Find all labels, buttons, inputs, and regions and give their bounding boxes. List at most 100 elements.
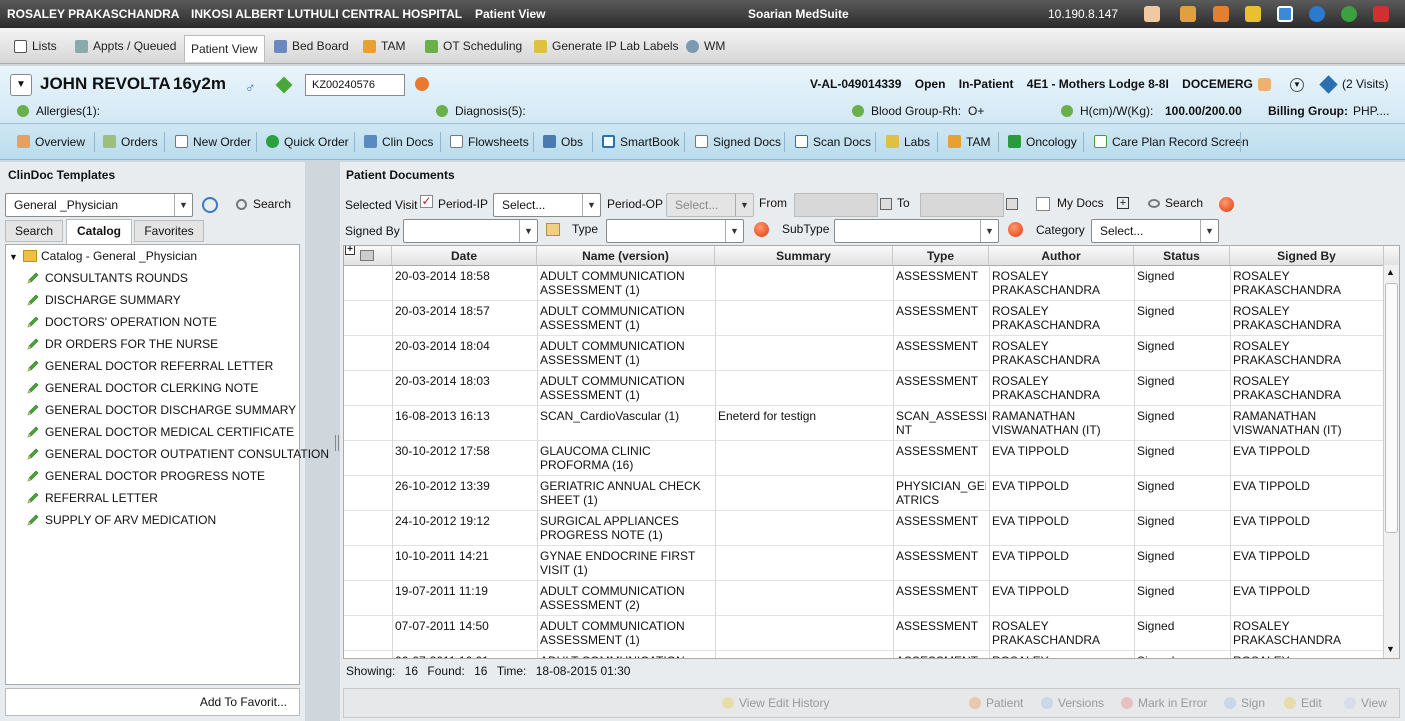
tab-favorites[interactable]: Favorites xyxy=(134,220,204,242)
template-item[interactable]: DISCHARGE SUMMARY xyxy=(27,293,181,307)
view-button[interactable]: View xyxy=(1344,696,1387,710)
document-search-button[interactable]: Search xyxy=(1148,196,1203,210)
template-item[interactable]: GENERAL DOCTOR MEDICAL CERTIFICATE xyxy=(27,425,294,439)
nav-care-plan[interactable]: Care Plan Record Screen xyxy=(1094,135,1249,149)
mark-in-error-button[interactable]: Mark in Error xyxy=(1121,696,1207,710)
type-select[interactable]: ▼ xyxy=(606,219,744,243)
tab-appts[interactable]: Appts / Queued xyxy=(69,33,182,59)
template-item[interactable]: DR ORDERS FOR THE NURSE xyxy=(27,337,218,351)
diagnosis-label[interactable]: Diagnosis(5): xyxy=(455,104,526,118)
window-icon[interactable] xyxy=(1277,6,1293,22)
user-icon[interactable] xyxy=(1144,6,1160,22)
visits-link[interactable]: (2 Visits) xyxy=(1342,77,1388,91)
column-header-signed-by[interactable]: Signed By xyxy=(1230,246,1384,266)
template-item[interactable]: GENERAL DOCTOR PROGRESS NOTE xyxy=(27,469,265,483)
mrn-field[interactable]: KZ00240576 xyxy=(305,74,405,96)
subtype-select[interactable]: ▼ xyxy=(834,219,999,243)
catalog-root[interactable]: Catalog - General _Physician xyxy=(41,249,197,263)
nav-oncology[interactable]: Oncology xyxy=(1008,135,1077,149)
expand-all-icon[interactable]: + xyxy=(345,246,355,255)
template-item[interactable]: GENERAL DOCTOR DISCHARGE SUMMARY xyxy=(27,403,296,417)
collapse-icon[interactable]: ▼ xyxy=(9,252,18,262)
view-edit-history-button[interactable]: View Edit History xyxy=(722,696,829,710)
table-row[interactable]: 26-10-2012 13:39 GERIATRIC ANNUAL CHECK S… xyxy=(344,476,1384,511)
from-date-field[interactable] xyxy=(794,193,878,217)
print-icon[interactable] xyxy=(360,250,374,261)
tab-lists[interactable]: Lists xyxy=(8,33,63,59)
column-header-date[interactable]: Date xyxy=(392,246,537,266)
period-ip-checkbox[interactable]: ✓ xyxy=(420,195,433,208)
tab-wm[interactable]: WM xyxy=(680,33,731,59)
table-row[interactable]: 10-10-2011 14:21 GYNAE ENDOCRINE FIRST VI… xyxy=(344,546,1384,581)
info-icon[interactable] xyxy=(1309,6,1325,22)
edit-icon[interactable] xyxy=(275,76,293,94)
table-row[interactable]: 30-10-2012 17:58 GLAUCOMA CLINIC PROFORMA… xyxy=(344,441,1384,476)
splitter-handle[interactable] xyxy=(335,435,339,451)
period-ip-select[interactable]: Select... ▼ xyxy=(493,193,601,217)
nav-obs[interactable]: Obs xyxy=(543,135,583,149)
table-row[interactable]: 24-10-2012 19:12 SURGICAL APPLIANCES PROG… xyxy=(344,511,1384,546)
template-item[interactable]: SUPPLY OF ARV MEDICATION xyxy=(27,513,216,527)
person-icon[interactable] xyxy=(1258,78,1271,91)
nav-smartbook[interactable]: SmartBook xyxy=(602,135,679,149)
table-row[interactable]: 20-03-2014 18:04 ADULT COMMUNICATION ASSE… xyxy=(344,336,1384,371)
template-item[interactable]: GENERAL DOCTOR OUTPATIENT CONSULTATION xyxy=(27,447,329,461)
calendar-icon[interactable] xyxy=(1006,198,1018,210)
add-to-favorites-button[interactable]: Add To Favorit... xyxy=(5,688,300,716)
scroll-down-icon[interactable]: ▼ xyxy=(1386,644,1395,654)
template-group-select[interactable]: General _Physician ▼ xyxy=(5,193,193,217)
clear-filter-icon[interactable] xyxy=(1219,197,1234,212)
tab-bed-board[interactable]: Bed Board xyxy=(268,33,355,59)
column-header-summary[interactable]: Summary xyxy=(715,246,893,266)
table-scrollbar[interactable]: ▲ ▼ xyxy=(1383,265,1399,658)
patient-button[interactable]: Patient xyxy=(969,696,1023,710)
nav-overview[interactable]: Overview xyxy=(17,135,85,149)
table-row[interactable]: 20-03-2014 18:57 ADULT COMMUNICATION ASSE… xyxy=(344,301,1384,336)
person-icon[interactable] xyxy=(1180,6,1196,22)
nav-flowsheets[interactable]: Flowsheets xyxy=(450,135,529,149)
scroll-thumb[interactable] xyxy=(1385,283,1398,533)
column-header-type[interactable]: Type xyxy=(893,246,989,266)
template-item[interactable]: DOCTORS' OPERATION NOTE xyxy=(27,315,217,329)
column-header-name[interactable]: Name (version) xyxy=(537,246,715,266)
tab-generate-labels[interactable]: Generate IP Lab Labels xyxy=(528,33,685,59)
template-item[interactable]: CONSULTANTS ROUNDS xyxy=(27,271,188,285)
table-row[interactable]: 19-07-2011 11:19 ADULT COMMUNICATION ASSE… xyxy=(344,581,1384,616)
lookup-icon[interactable] xyxy=(546,223,560,236)
table-row[interactable]: 06-07-2011 16:01 ADULT COMMUNICATION ASSES… xyxy=(344,651,1384,658)
allergies-label[interactable]: Allergies(1): xyxy=(36,104,100,118)
calendar-icon[interactable] xyxy=(880,198,892,210)
nav-scan-docs[interactable]: Scan Docs xyxy=(795,135,871,149)
column-header-author[interactable]: Author xyxy=(989,246,1134,266)
nav-labs[interactable]: Labs xyxy=(886,135,930,149)
table-row[interactable]: 16-08-2013 16:13 SCAN_CardioVascular (1) E… xyxy=(344,406,1384,441)
refresh-icon[interactable] xyxy=(202,197,218,213)
tab-ot-scheduling[interactable]: OT Scheduling xyxy=(419,33,528,59)
nav-clin-docs[interactable]: Clin Docs xyxy=(364,135,433,149)
signed-by-select[interactable]: ▼ xyxy=(403,219,538,243)
table-row[interactable]: 20-03-2014 18:03 ADULT COMMUNICATION ASSE… xyxy=(344,371,1384,406)
close-icon[interactable] xyxy=(1373,6,1389,22)
tab-tam[interactable]: TAM xyxy=(357,33,411,59)
nav-new-order[interactable]: New Order xyxy=(175,135,251,149)
tab-catalog[interactable]: Catalog xyxy=(66,219,132,244)
template-item[interactable]: GENERAL DOCTOR REFERRAL LETTER xyxy=(27,359,273,373)
key-icon[interactable] xyxy=(1245,6,1261,22)
period-op-select[interactable]: Select... ▼ xyxy=(666,193,754,217)
nav-signed-docs[interactable]: Signed Docs xyxy=(695,135,781,149)
template-search-button[interactable]: Search xyxy=(236,197,291,211)
template-item[interactable]: REFERRAL LETTER xyxy=(27,491,158,505)
versions-button[interactable]: Versions xyxy=(1041,696,1104,710)
expand-icon[interactable]: ▼ xyxy=(1290,78,1304,92)
to-date-field[interactable] xyxy=(920,193,1004,217)
sign-button[interactable]: Sign xyxy=(1224,696,1265,710)
tab-patient-view[interactable]: Patient View xyxy=(184,35,265,62)
nav-quick-order[interactable]: Quick Order xyxy=(266,135,349,149)
patient-lookup-icon[interactable] xyxy=(415,77,429,91)
nav-tam[interactable]: TAM xyxy=(948,135,990,149)
tab-search[interactable]: Search xyxy=(5,220,63,242)
expand-plus-icon[interactable]: + xyxy=(1117,197,1129,209)
category-select[interactable]: Select... ▼ xyxy=(1091,219,1219,243)
edit-button[interactable]: Edit xyxy=(1284,696,1322,710)
clear-subtype-icon[interactable] xyxy=(1008,222,1023,237)
